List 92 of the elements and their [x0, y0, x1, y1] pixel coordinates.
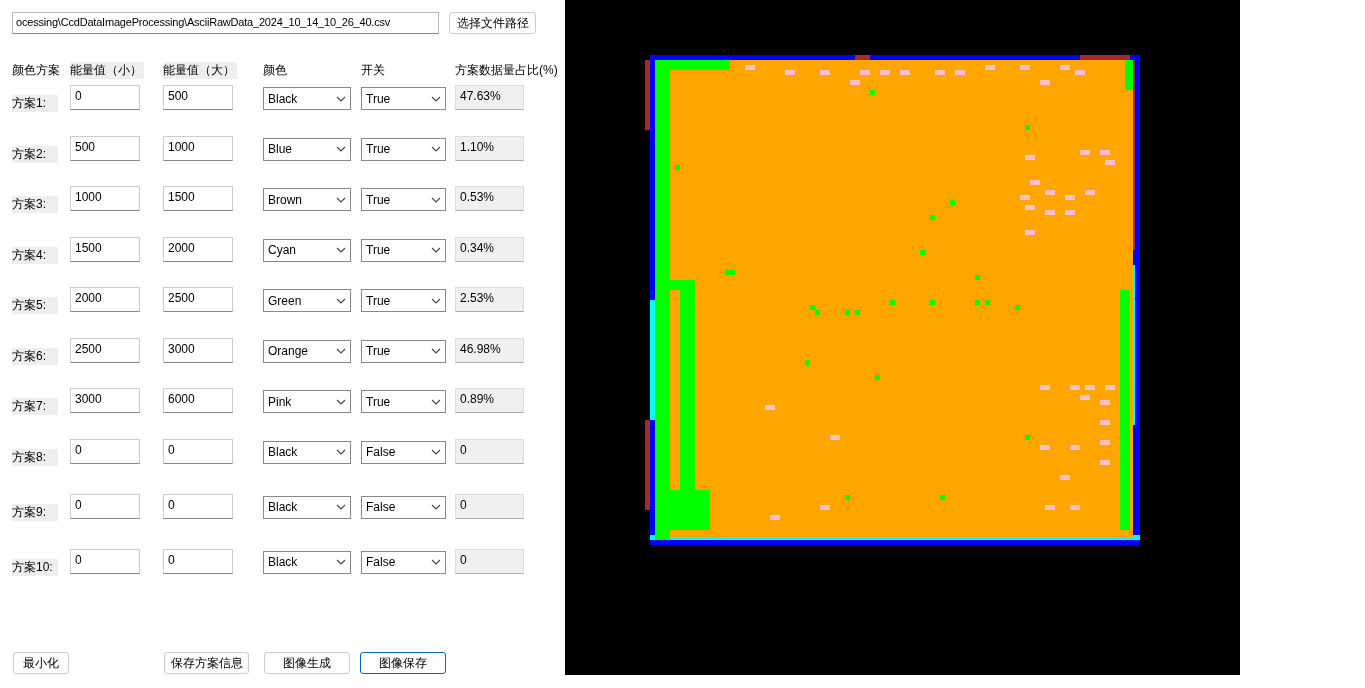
scheme-label: 方案4: — [12, 246, 58, 264]
ratio-field: 0.53% — [455, 186, 524, 211]
switch-dropdown[interactable]: False — [361, 440, 446, 464]
switch-dropdown[interactable]: True — [361, 289, 446, 312]
switch-dropdown[interactable]: True — [361, 188, 446, 211]
caret-icon — [336, 348, 346, 354]
action-button[interactable]: 图像保存 — [360, 652, 446, 674]
color-dropdown[interactable]: Green — [263, 289, 351, 312]
column-header: 颜色 — [263, 61, 288, 79]
max-energy-field[interactable]: 2500 — [163, 287, 233, 312]
max-energy-field[interactable]: 6000 — [163, 388, 233, 413]
column-header: 开关 — [361, 61, 386, 79]
max-energy-field[interactable]: 500 — [163, 85, 233, 110]
scheme-label: 方案6: — [12, 347, 58, 365]
column-header: 颜色方案 — [12, 61, 61, 79]
scheme-label: 方案5: — [12, 297, 58, 314]
caret-icon — [431, 449, 441, 455]
min-energy-field[interactable]: 2000 — [70, 287, 140, 312]
ratio-field: 0 — [455, 438, 524, 464]
ratio-field: 46.98% — [455, 337, 524, 363]
switch-dropdown[interactable]: True — [361, 87, 446, 110]
caret-icon — [336, 95, 346, 102]
color-dropdown[interactable]: Brown — [263, 188, 351, 211]
color-dropdown[interactable]: Pink — [263, 390, 351, 413]
caret-icon — [336, 146, 346, 152]
caret-icon — [431, 559, 441, 565]
caret-icon — [431, 297, 441, 304]
caret-icon — [431, 146, 441, 152]
caret-icon — [336, 196, 346, 203]
color-dropdown[interactable]: Blue — [263, 137, 351, 161]
column-header: 方案数据量占比(%) — [455, 61, 558, 79]
scheme-label: 方案9: — [12, 503, 58, 521]
switch-dropdown[interactable]: False — [361, 495, 446, 519]
ratio-field: 0 — [455, 493, 524, 519]
max-energy-field[interactable]: 1000 — [163, 135, 233, 161]
caret-icon — [336, 559, 346, 565]
caret-icon — [336, 247, 346, 253]
color-dropdown[interactable]: Black — [263, 550, 351, 574]
switch-dropdown[interactable]: True — [361, 238, 446, 262]
min-energy-field[interactable]: 3000 — [70, 388, 140, 413]
caret-icon — [431, 504, 441, 510]
scheme-label: 方案7: — [12, 398, 58, 415]
min-energy-field[interactable]: 0 — [70, 493, 140, 519]
ratio-field: 1.10% — [455, 135, 524, 161]
max-energy-field[interactable]: 3000 — [163, 337, 233, 363]
caret-icon — [431, 196, 441, 203]
caret-icon — [336, 297, 346, 304]
ratio-field: 0 — [455, 548, 524, 574]
color-dropdown[interactable]: Cyan — [263, 238, 351, 262]
min-energy-field[interactable]: 0 — [70, 548, 140, 574]
caret-icon — [336, 504, 346, 510]
column-header: 能量值（小） — [70, 61, 144, 79]
min-energy-field[interactable]: 0 — [70, 85, 140, 110]
ratio-field: 0.34% — [455, 236, 524, 262]
scheme-label: 方案8: — [12, 448, 58, 466]
color-dropdown[interactable]: Black — [263, 87, 351, 110]
caret-icon — [431, 398, 441, 405]
ratio-field: 2.53% — [455, 287, 524, 312]
max-energy-field[interactable]: 1500 — [163, 186, 233, 211]
min-energy-field[interactable]: 2500 — [70, 337, 140, 363]
scheme-label: 方案1: — [12, 95, 58, 112]
max-energy-field[interactable]: 0 — [163, 548, 233, 574]
action-button[interactable]: 图像生成 — [264, 652, 350, 674]
caret-icon — [431, 348, 441, 354]
scheme-label: 方案2: — [12, 145, 58, 163]
max-energy-field[interactable]: 0 — [163, 493, 233, 519]
min-energy-field[interactable]: 1500 — [70, 236, 140, 262]
switch-dropdown[interactable]: True — [361, 339, 446, 363]
min-energy-field[interactable]: 1000 — [70, 186, 140, 211]
action-button[interactable]: 保存方案信息 — [164, 652, 249, 674]
ratio-field: 0.89% — [455, 388, 524, 413]
file-path-field[interactable]: ocessing\CcdDataImageProcessing\AsciiRawData_2024_10_14_10_26_40.csv — [12, 12, 439, 34]
ratio-field: 47.63% — [455, 85, 524, 110]
max-energy-field[interactable]: 0 — [163, 438, 233, 464]
color-dropdown[interactable]: Black — [263, 440, 351, 464]
column-header: 能量值（大） — [163, 61, 237, 79]
min-energy-field[interactable]: 0 — [70, 438, 140, 464]
caret-icon — [431, 247, 441, 253]
color-dropdown[interactable]: Orange — [263, 339, 351, 363]
action-button[interactable]: 最小化 — [13, 652, 69, 674]
switch-dropdown[interactable]: False — [361, 550, 446, 574]
color-dropdown[interactable]: Black — [263, 495, 351, 519]
scheme-label: 方案10: — [12, 558, 58, 576]
scheme-label: 方案3: — [12, 196, 58, 213]
caret-icon — [336, 449, 346, 455]
max-energy-field[interactable]: 2000 — [163, 236, 233, 262]
caret-icon — [336, 398, 346, 405]
min-energy-field[interactable]: 500 — [70, 135, 140, 161]
browse-button[interactable]: 选择文件路径 — [449, 12, 536, 34]
switch-dropdown[interactable]: True — [361, 137, 446, 161]
caret-icon — [431, 95, 441, 102]
switch-dropdown[interactable]: True — [361, 390, 446, 413]
